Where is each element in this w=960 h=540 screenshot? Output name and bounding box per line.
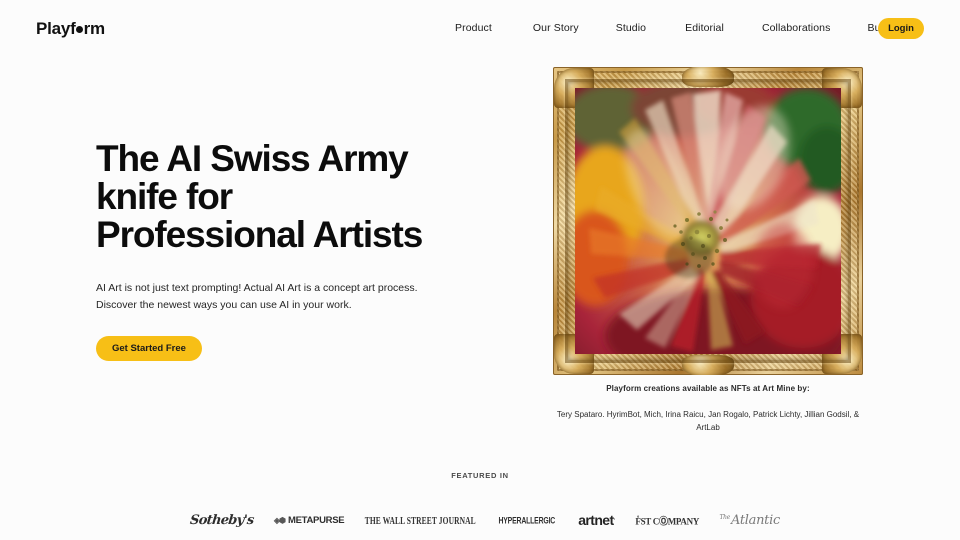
press-logo-metapurse[interactable]: ◈⬢ METAPURSE	[273, 514, 345, 526]
artwork-caption-line-2: Tery Spataro. HyrimBot, Mich, Irina Raic…	[556, 410, 860, 432]
press-logo-the-atlantic[interactable]: The Atlantic	[719, 512, 780, 528]
frame-corner-ornament-icon	[554, 68, 594, 108]
site-header: Playf rm Product Our Story Studio Editor…	[0, 0, 960, 56]
press-logo-row: Sotheby's ◈⬢ METAPURSE THE WALL STREET J…	[189, 503, 780, 537]
artnet-dot-icon: ·	[613, 517, 616, 523]
nav-item-studio[interactable]: Studio	[616, 22, 646, 34]
press-logo-metapurse-text: METAPURSE	[288, 514, 345, 526]
page-title: The AI Swiss Army knife for Professional…	[96, 140, 496, 254]
frame-corner-ornament-icon	[822, 68, 862, 108]
headline-line-2: knife for	[96, 176, 233, 217]
nav-item-collaborations[interactable]: Collaborations	[762, 22, 831, 34]
main-navigation: Product Our Story Studio Editorial Colla…	[455, 22, 902, 34]
press-logo-artnet[interactable]: artnet ·	[578, 512, 616, 528]
headline-line-1: The AI Swiss Army	[96, 138, 409, 179]
press-logo-fast-company[interactable]: F̊ST CⓄMPANY	[635, 513, 699, 527]
brand-logo[interactable]: Playf rm	[36, 19, 105, 39]
painting-canvas	[575, 88, 841, 354]
press-logo-atlantic-text: Atlantic	[731, 512, 780, 528]
metapurse-mark-icon: ◈⬢	[273, 515, 286, 525]
frame-ornaments	[553, 67, 863, 375]
press-logo-wsj-text: THE WALL STREET JOURNAL	[364, 513, 476, 527]
login-button[interactable]: Login	[878, 18, 924, 39]
press-logo-sothebys-text: Sotheby's	[189, 512, 255, 528]
hero-subtitle-line-2: Discover the newest ways you can use AI …	[96, 299, 352, 311]
hero-subtitle-line-1: AI Art is not just text prompting! Actua…	[96, 282, 418, 294]
frame-center-ornament-icon	[682, 355, 734, 375]
press-logo-hyperallergic-text: HYPERALLERGIC	[498, 514, 556, 526]
press-logo-fast-company-text: F̊ST CⓄMPANY	[635, 515, 700, 527]
press-logo-atlantic-the: The	[719, 513, 731, 521]
brand-logo-text-part2: rm	[83, 19, 106, 38]
get-started-free-button[interactable]: Get Started Free	[96, 336, 202, 361]
hero-subtitle: AI Art is not just text prompting! Actua…	[96, 280, 441, 314]
ai-flower-painting-image	[575, 88, 841, 354]
nav-item-editorial[interactable]: Editorial	[685, 22, 724, 34]
brand-logo-dot-icon	[76, 26, 84, 33]
hero-text-block: The AI Swiss Army knife for Professional…	[96, 140, 496, 361]
nav-item-our-story[interactable]: Our Story	[533, 22, 579, 34]
featured-in-label: FEATURED IN	[451, 471, 509, 480]
press-logo-sothebys[interactable]: Sotheby's	[189, 513, 254, 528]
nav-item-product[interactable]: Product	[455, 22, 492, 34]
artwork-caption: Playform creations available as NFTs at …	[545, 384, 871, 434]
headline-line-3: Professional Artists	[96, 214, 423, 255]
press-logo-wall-street-journal[interactable]: THE WALL STREET JOURNAL	[365, 514, 476, 526]
frame-corner-ornament-icon	[554, 334, 594, 374]
press-logo-artnet-text: artnet	[578, 512, 614, 528]
hero-artwork[interactable]	[553, 67, 863, 375]
gold-baroque-frame	[553, 67, 863, 375]
artwork-caption-line-1: Playform creations available as NFTs at …	[606, 384, 810, 393]
press-logo-hyperallergic[interactable]: HYPERALLERGIC	[499, 514, 556, 525]
frame-center-ornament-icon	[682, 67, 734, 87]
brand-logo-text-part1: Playf	[36, 19, 76, 38]
frame-corner-ornament-icon	[822, 334, 862, 374]
